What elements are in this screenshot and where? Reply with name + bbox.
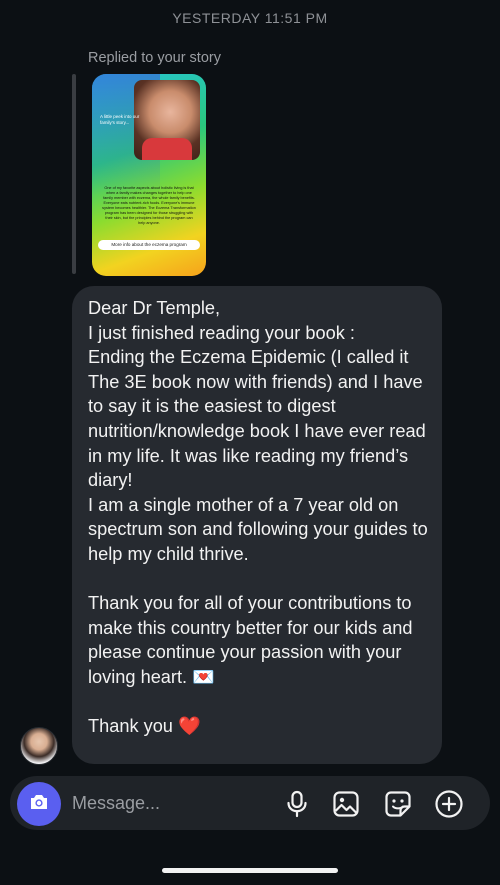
camera-icon — [27, 790, 51, 819]
story-caption-top: A little peek into our family's story... — [100, 114, 140, 125]
story-body-text: One of my favorite aspects about holisti… — [102, 186, 196, 225]
reply-indicator-bar — [72, 74, 76, 274]
home-indicator[interactable] — [162, 868, 338, 873]
sticker-icon[interactable] — [383, 789, 413, 819]
plus-circle-icon[interactable] — [434, 789, 464, 819]
sender-avatar[interactable] — [20, 727, 58, 765]
message-composer — [10, 776, 490, 830]
camera-button[interactable] — [17, 782, 61, 826]
thread-timestamp: YESTERDAY 11:51 PM — [172, 10, 328, 26]
microphone-icon[interactable] — [282, 789, 312, 819]
story-photo-shirt — [142, 138, 192, 160]
story-reply-label: Replied to your story — [88, 50, 221, 66]
message-text: Dear Dr Temple, I just finished reading … — [88, 298, 428, 737]
story-photo — [134, 80, 200, 160]
story-link-pill[interactable]: More info about the eczema program — [98, 240, 200, 250]
message-input[interactable] — [72, 782, 272, 824]
message-bubble[interactable]: Dear Dr Temple, I just finished reading … — [72, 286, 442, 764]
gallery-icon[interactable] — [331, 789, 361, 819]
